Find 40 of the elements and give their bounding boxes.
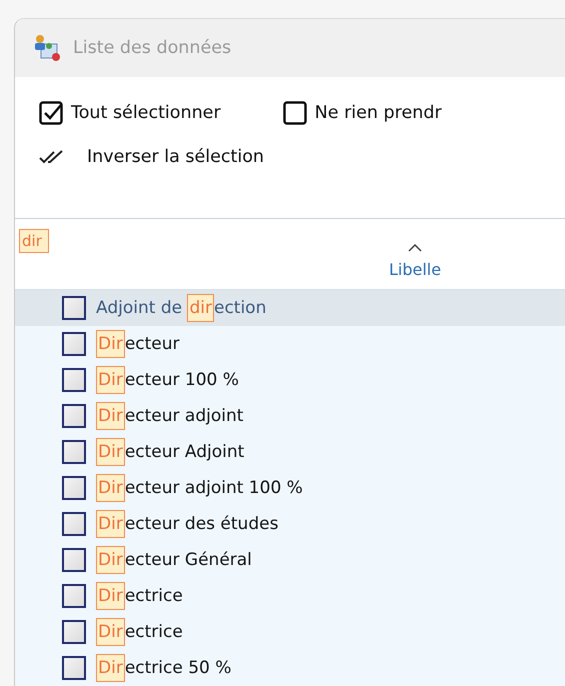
row-label: Directrice 50 %: [96, 654, 232, 682]
list-row[interactable]: Directrice: [15, 578, 565, 614]
row-label: Directeur adjoint 100 %: [96, 474, 303, 502]
row-label: Adjoint de direction: [96, 294, 266, 322]
list-row[interactable]: Adjoint de direction: [15, 290, 565, 326]
row-label: Directrice: [96, 618, 183, 646]
checkbox[interactable]: [62, 296, 86, 320]
list-row[interactable]: Directeur Général: [15, 542, 565, 578]
row-label: Directeur Général: [96, 546, 252, 574]
list-row[interactable]: Directeur des études: [15, 506, 565, 542]
checkbox[interactable]: [62, 620, 86, 644]
list-row[interactable]: Directeur Adjoint: [15, 434, 565, 470]
list-row[interactable]: Directeur adjoint 100 %: [15, 470, 565, 506]
list-row[interactable]: Directrice 50 %: [15, 650, 565, 686]
row-label: Directeur des études: [96, 510, 278, 538]
row-label: Directeur adjoint: [96, 402, 244, 430]
row-label: Directeur Adjoint: [96, 438, 244, 466]
list-row[interactable]: Directeur: [15, 326, 565, 362]
row-label: Directeur 100 %: [96, 366, 239, 394]
checkbox[interactable]: [39, 101, 63, 125]
checkbox[interactable]: [62, 476, 86, 500]
invert-selection-button[interactable]: Inverser la sélection: [39, 147, 565, 167]
checkbox[interactable]: [62, 404, 86, 428]
checkbox[interactable]: [62, 548, 86, 572]
list-row[interactable]: Directrice: [15, 614, 565, 650]
checkbox[interactable]: [62, 368, 86, 392]
checkbox[interactable]: [282, 101, 307, 125]
column-header[interactable]: Libelle: [345, 219, 485, 289]
row-label: Directeur: [96, 330, 180, 358]
checkbox[interactable]: [62, 332, 86, 356]
row-label: Directrice: [96, 582, 183, 610]
window-title: Liste des données: [73, 38, 232, 58]
option-label[interactable]: Tout sélectionner: [71, 103, 221, 123]
list-row[interactable]: Directeur adjoint: [15, 398, 565, 434]
checkbox[interactable]: [62, 512, 86, 536]
checkbox[interactable]: [62, 656, 86, 680]
checkbox[interactable]: [62, 440, 86, 464]
option-label[interactable]: Ne rien prendr: [314, 103, 442, 123]
checkbox[interactable]: [62, 584, 86, 608]
list-row[interactable]: Directeur 100 %: [15, 362, 565, 398]
